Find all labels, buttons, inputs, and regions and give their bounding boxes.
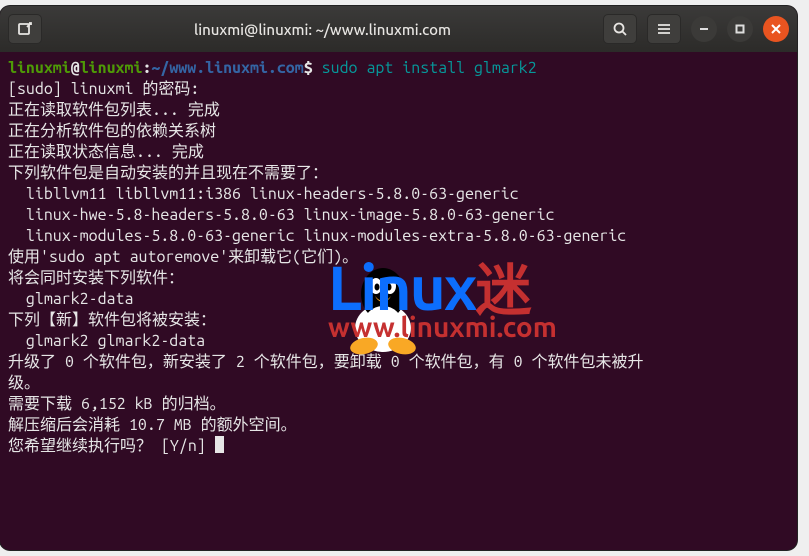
output-line: libllvm11 libllvm11:i386 linux-headers-5… [8, 185, 519, 203]
titlebar-left [8, 14, 42, 44]
search-icon [612, 21, 628, 37]
minimize-button[interactable] [691, 16, 717, 42]
menu-button[interactable] [647, 14, 681, 44]
terminal-window: linuxmi@linuxmi: ~/www.linuxmi.com linux… [0, 6, 797, 550]
prompt-path: ~/www.linuxmi.com [151, 59, 303, 77]
window-title: linuxmi@linuxmi: ~/www.linuxmi.com [50, 21, 595, 38]
titlebar: linuxmi@linuxmi: ~/www.linuxmi.com [0, 6, 797, 52]
minimize-icon [699, 24, 709, 34]
prompt-dollar: $ [304, 59, 322, 77]
output-line: 正在分析软件包的依赖关系树 [8, 122, 279, 140]
search-button[interactable] [603, 14, 637, 44]
output-line: 解压缩后会消耗 10.7 MB 的额外空间。 [8, 416, 297, 434]
new-tab-icon [17, 21, 33, 37]
output-line: 下列软件包是自动安装的并且现在不需要了： [8, 164, 328, 182]
output-line: linux-hwe-5.8-headers-5.8.0-63 linux-ima… [8, 206, 555, 224]
output-line: 级。 [8, 374, 40, 392]
output-line: 将会同时安装下列软件： [8, 269, 184, 287]
prompt-host: linuxmi [80, 59, 143, 77]
output-line: linux-modules-5.8.0-63-generic linux-mod… [8, 227, 626, 245]
output-line: 您希望继续执行吗？ [Y/n] [8, 437, 215, 455]
titlebar-right [603, 14, 789, 44]
output-line: 需要下载 6,152 kB 的归档。 [8, 395, 226, 413]
close-icon [771, 24, 781, 34]
maximize-button[interactable] [727, 16, 753, 42]
output-line: 使用'sudo apt autoremove'来卸载它(它们)。 [8, 248, 358, 266]
prompt-at: @ [71, 59, 80, 77]
output-line: [sudo] linuxmi 的密码: [8, 80, 208, 98]
hamburger-icon [656, 21, 672, 37]
new-tab-button[interactable] [8, 14, 42, 44]
prompt-user: linuxmi [8, 59, 71, 77]
maximize-icon [735, 24, 745, 34]
close-button[interactable] [763, 16, 789, 42]
output-line: glmark2 glmark2-data [8, 332, 205, 350]
output-line: glmark2-data [8, 290, 133, 308]
terminal-body[interactable]: linuxmi@linuxmi:~/www.linuxmi.com$ sudo … [0, 52, 797, 463]
output-line: 正在读取软件包列表... 完成 [8, 101, 220, 119]
output-line: 下列【新】软件包将被安装： [8, 311, 216, 329]
command-text: sudo apt install glmark2 [322, 59, 537, 77]
cursor [215, 436, 224, 453]
output-line: 正在读取状态信息... 完成 [8, 143, 267, 161]
output-line: 升级了 0 个软件包，新安装了 2 个软件包，要卸载 0 个软件包，有 0 个软… [8, 353, 644, 371]
